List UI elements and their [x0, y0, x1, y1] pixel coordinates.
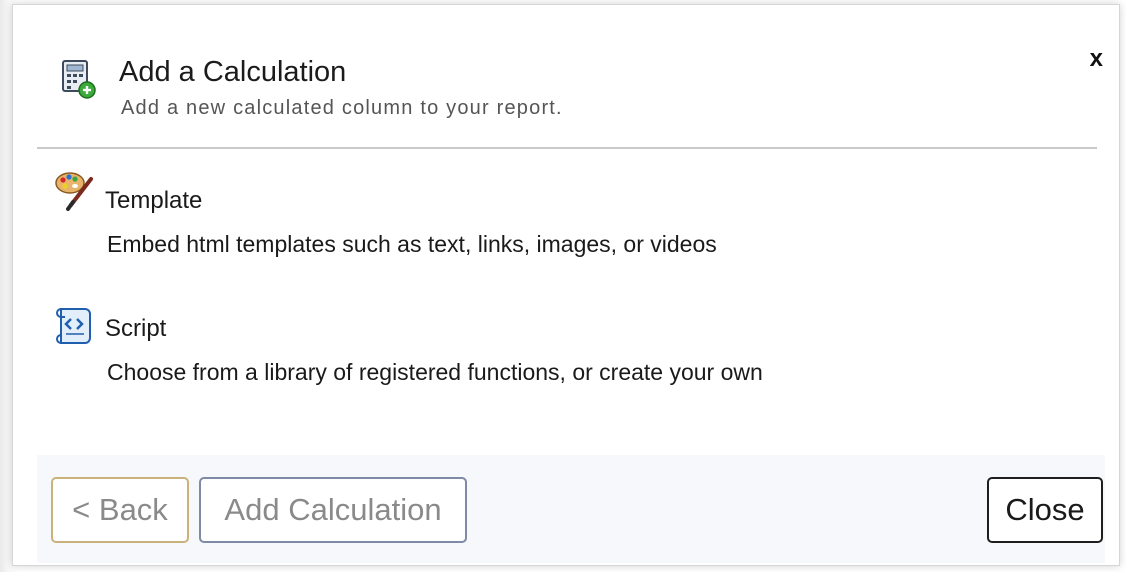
add-calculation-button[interactable]: Add Calculation	[199, 477, 467, 543]
option-template-label: Template	[105, 187, 203, 214]
dialog-footer: < Back Add Calculation Close	[37, 455, 1105, 563]
option-script-label: Script	[105, 315, 167, 342]
script-scroll-icon	[56, 308, 91, 344]
option-script[interactable]: Script Choose from a library of register…	[53, 303, 1053, 403]
option-template[interactable]: Template Embed html templates such as te…	[53, 169, 1053, 269]
dialog-subtitle: Add a new calculated column to your repo…	[121, 97, 563, 119]
back-button[interactable]: < Back	[51, 477, 189, 543]
header-divider	[37, 147, 1097, 149]
option-script-description: Choose from a library of registered func…	[107, 359, 763, 385]
dialog-header: Add a Calculation Add a new calculated c…	[13, 5, 1119, 147]
dialog-title: Add a Calculation	[119, 56, 347, 88]
calculator-add-icon	[62, 60, 96, 99]
close-button[interactable]: Close	[987, 477, 1103, 543]
add-calculation-dialog: x Add a Calculation Add a new calculated…	[12, 4, 1120, 566]
option-template-description: Embed html templates such as text, links…	[107, 231, 717, 257]
palette-brush-icon	[55, 172, 93, 211]
